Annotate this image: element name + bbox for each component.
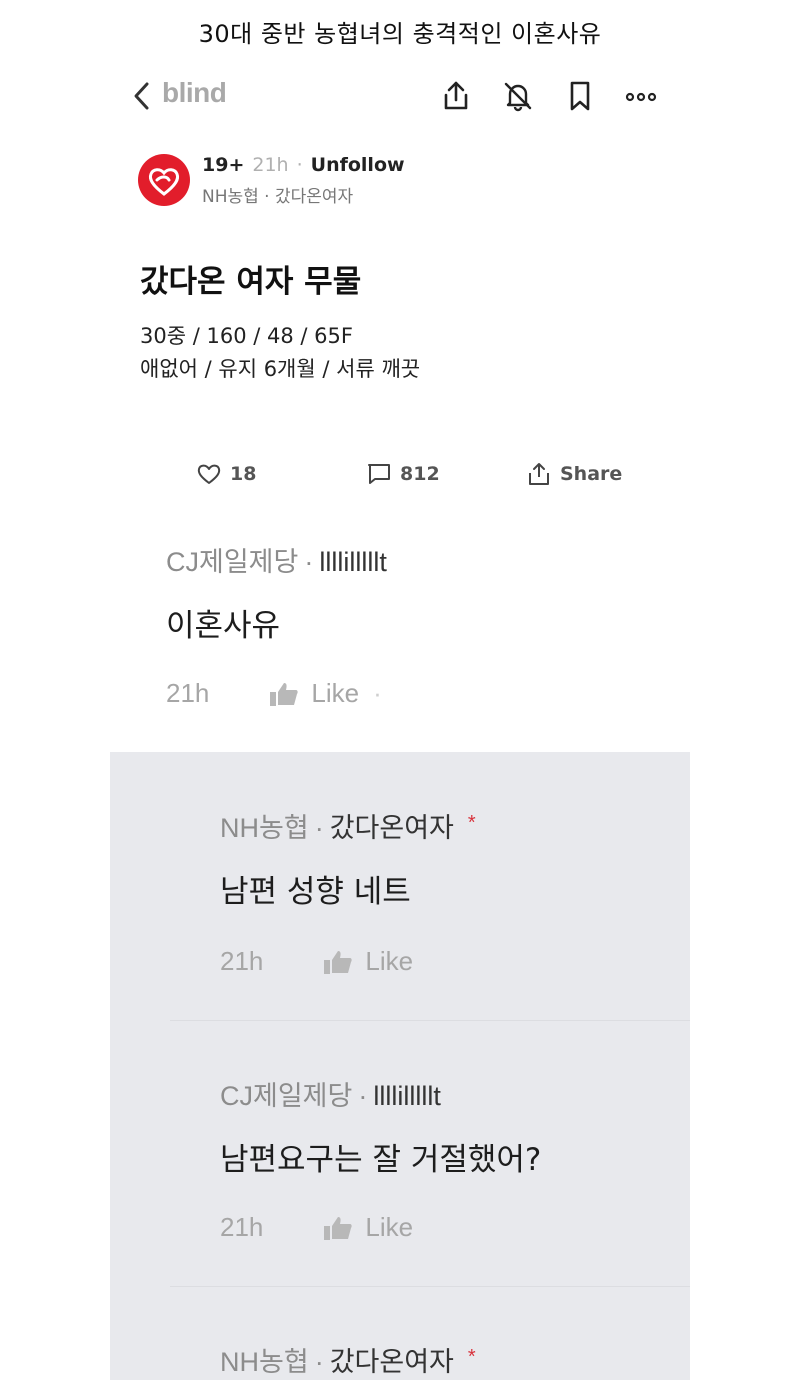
comment-text: 남편 성향 네트 [220,874,411,910]
comment-nickname: llllilllllt [373,1081,441,1111]
post-time: 21h [252,154,289,176]
comment-author[interactable]: NH농협 · 갔다온여자 * [220,1340,476,1379]
app-logo[interactable]: blind [162,77,227,109]
comment-author[interactable]: NH농협 · 갔다온여자 * [220,806,476,845]
comment-time: 21h [220,1212,264,1242]
comment-time: 21h [166,678,210,708]
comment-time: 21h [220,946,264,976]
comment-like-button[interactable]: Like [323,946,413,977]
like-label: Like [311,678,360,708]
more-icon[interactable] [624,78,660,114]
share-label: Share [560,463,623,485]
comment-footer: 21h Like [220,1212,413,1243]
meta-separator: · [373,678,382,708]
comment-nickname: 갔다온여자 [329,813,454,843]
share-button[interactable]: Share [526,456,622,492]
comment-button[interactable]: 812 [366,456,440,492]
comment-company: NH농협 [220,813,309,843]
bookmark-icon[interactable] [562,78,598,114]
comment-like-button[interactable]: Like [269,678,359,709]
meta-separator: · [314,1347,324,1377]
heart-logo-icon [148,168,180,196]
comment-text: 이혼사유 [166,608,281,644]
comment-company: CJ제일제당 [220,1081,353,1111]
comment-nickname: llllilllllt [319,547,387,577]
notification-off-icon[interactable] [500,78,536,114]
thumbs-up-icon [324,950,353,974]
share-icon[interactable] [438,78,474,114]
comment-text: 남편요구는 잘 거절했어? [220,1142,542,1178]
post-actions: 18 812 Share [180,456,640,492]
back-chevron-icon[interactable] [130,80,154,112]
like-count: 18 [230,463,257,485]
meta-separator: · [296,154,303,176]
post-body: 30중 / 160 / 48 / 65F 애없어 / 유지 6개월 / 서류 깨… [140,320,420,386]
heart-icon [197,464,221,484]
comment-nickname: 갔다온여자 [329,1347,454,1377]
post-line: 애없어 / 유지 6개월 / 서류 깨끗 [140,357,421,381]
comment-count: 812 [400,463,440,485]
op-badge: * [467,812,476,834]
post-title: 갔다온 여자 무물 [140,264,362,300]
op-badge: * [467,1346,476,1368]
share-icon [529,463,549,485]
comment-footer: 21h Like [220,946,413,977]
meta-separator: · [304,547,314,577]
post-line: 30중 / 160 / 48 / 65F [140,324,353,348]
top-nav: blind [130,74,670,118]
like-label: Like [365,946,414,976]
author-company[interactable]: NH농협 · 갔다온여자 [202,182,353,207]
comment-company: CJ제일제당 [166,547,299,577]
divider [170,1286,690,1287]
unfollow-button[interactable]: Unfollow [311,154,405,176]
divider [170,1020,690,1021]
thumbs-up-icon [270,682,299,706]
image-caption: 30대 중반 농협녀의 충격적인 이혼사유 [198,20,602,48]
comment-author[interactable]: CJ제일제당 · llllilllllt [220,1074,441,1113]
post-author: 19+ 21h · Unfollow NH농협 · 갔다온여자 [138,152,638,208]
comment-footer: 21h Like · [166,678,382,709]
meta-separator: · [358,1081,368,1111]
like-button[interactable]: 18 [196,456,256,492]
company-logo-avatar[interactable] [138,154,190,206]
comment-author[interactable]: CJ제일제당 · llllilllllt [166,540,387,579]
comment-company: NH농협 [220,1347,309,1377]
like-label: Like [365,1212,414,1242]
thumbs-up-icon [324,1216,353,1240]
comment-like-button[interactable]: Like [323,1212,413,1243]
author-meta: 19+ 21h · Unfollow [202,154,405,176]
comment-icon [368,464,390,484]
meta-separator: · [314,813,324,843]
age-badge: 19+ [202,154,245,176]
